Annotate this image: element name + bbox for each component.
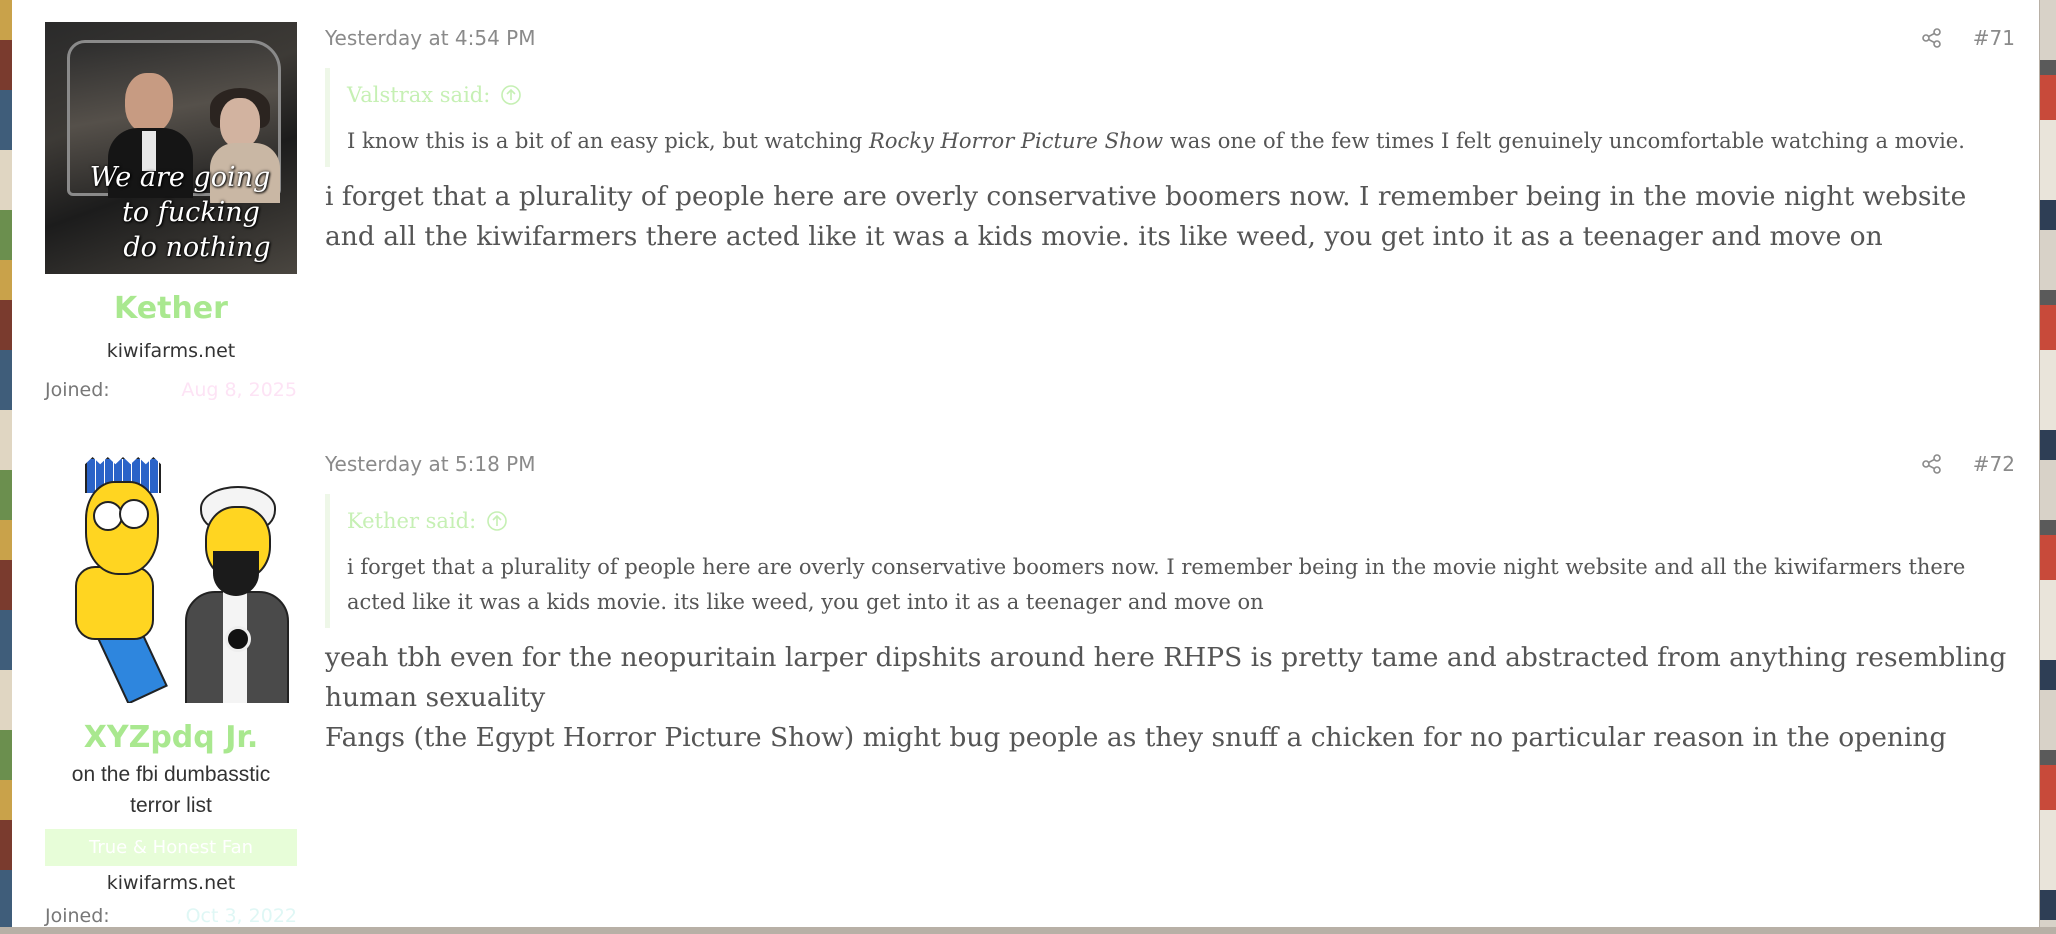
post-body-paragraph: i forget that a plurality of people here… xyxy=(325,181,1967,252)
arrow-up-circle-icon[interactable] xyxy=(500,84,522,106)
share-icon[interactable] xyxy=(1921,453,1943,475)
meta-actions: #72 xyxy=(1921,452,2015,476)
quote-text: i forget that a plurality of people here… xyxy=(347,555,1966,614)
username[interactable]: Kether xyxy=(45,292,297,326)
quote-header: Valstrax said: xyxy=(347,80,2015,110)
quote-text: I know this is a bit of an easy pick, bu… xyxy=(347,129,1965,153)
joined-row: Joined: Oct 3, 2022 xyxy=(45,898,297,934)
user-site: kiwifarms.net xyxy=(106,340,236,362)
user-banner: True & Honest Fan xyxy=(45,829,297,866)
meta-actions: #71 xyxy=(1921,26,2015,50)
joined-date: Aug 8, 2025 xyxy=(181,379,297,401)
message: Yesterday at 4:54 PM #71 Valstrax said: xyxy=(325,18,2015,257)
user-info: XYZpdq Jr. on the fbi dumbasstic terror … xyxy=(45,451,297,934)
post-timestamp[interactable]: Yesterday at 5:18 PM xyxy=(325,452,536,476)
post-body-paragraph: yeah tbh even for the neopuritain larper… xyxy=(325,642,2007,713)
joined-row: Joined: Aug 8, 2025 xyxy=(45,372,297,408)
message: Yesterday at 5:18 PM #72 Kether said: i … xyxy=(325,444,2015,758)
post-body: i forget that a plurality of people here… xyxy=(325,177,2015,257)
arrow-up-circle-icon[interactable] xyxy=(486,510,508,532)
joined-label: Joined: xyxy=(45,905,110,927)
background-art-left xyxy=(0,0,12,927)
post-timestamp[interactable]: Yesterday at 4:54 PM xyxy=(325,26,536,50)
post-number-link[interactable]: #71 xyxy=(1973,26,2015,50)
background-art-right xyxy=(2040,0,2056,927)
post-body-paragraph: Fangs (the Egypt Horror Picture Show) mi… xyxy=(325,722,1947,753)
message-meta: Yesterday at 5:18 PM #72 xyxy=(325,444,2015,484)
quote-italic-title: Rocky Horror Picture Show xyxy=(869,129,1164,153)
joined-date: Oct 3, 2022 xyxy=(185,905,297,927)
post-number-link[interactable]: #72 xyxy=(1973,452,2015,476)
post-body: yeah tbh even for the neopuritain larper… xyxy=(325,638,2015,758)
user-title: on the fbi dumbasstic terror list xyxy=(71,763,271,817)
user-site: kiwifarms.net xyxy=(106,872,236,894)
quote-author[interactable]: Valstrax said: xyxy=(347,80,490,110)
avatar[interactable] xyxy=(45,451,297,703)
avatar-caption: We are going to fucking do nothing xyxy=(89,162,271,263)
quote-block: Valstrax said: I know this is a bit of a… xyxy=(325,68,2015,167)
avatar[interactable]: We are going to fucking do nothing xyxy=(45,22,297,274)
quote-author[interactable]: Kether said: xyxy=(347,506,476,536)
thread-content: We are going to fucking do nothing Kethe… xyxy=(12,0,2039,927)
message-meta: Yesterday at 4:54 PM #71 xyxy=(325,18,2015,58)
share-icon[interactable] xyxy=(1921,27,1943,49)
quote-block: Kether said: i forget that a plurality o… xyxy=(325,494,2015,628)
username[interactable]: XYZpdq Jr. xyxy=(45,721,297,755)
joined-label: Joined: xyxy=(45,379,110,401)
user-info: We are going to fucking do nothing Kethe… xyxy=(45,22,297,408)
quote-header: Kether said: xyxy=(347,506,2015,536)
